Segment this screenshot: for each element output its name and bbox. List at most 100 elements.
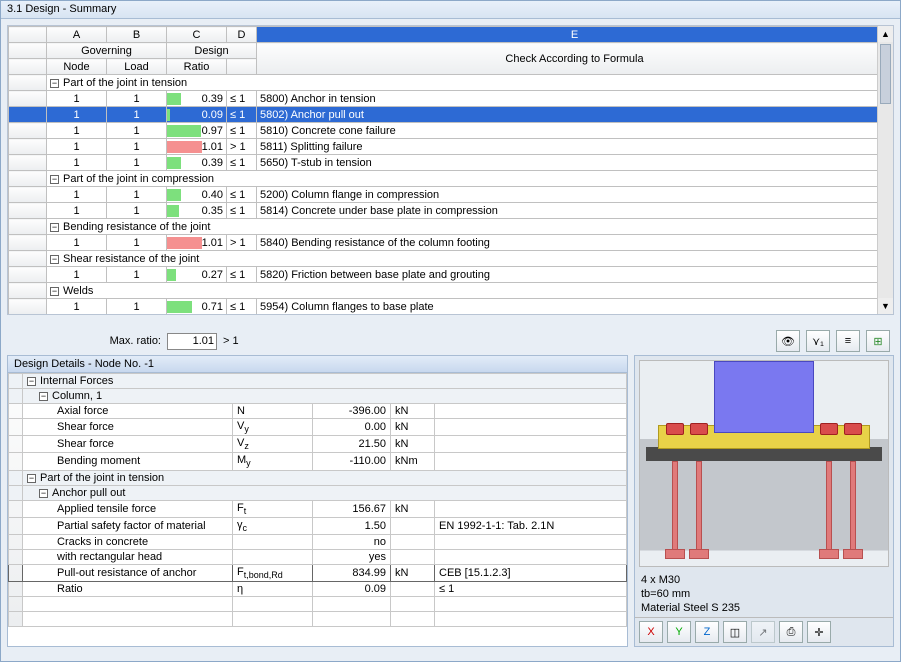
axis-z-button[interactable]: Z [695, 621, 719, 643]
collapse-icon[interactable]: − [27, 474, 36, 483]
view-toggle-button[interactable]: 👁 [776, 330, 800, 352]
detail-symbol: γc [233, 517, 313, 534]
detail-row[interactable]: with rectangular headyes [9, 549, 627, 564]
detail-group[interactable]: −Part of the joint in tension [9, 470, 627, 485]
collapse-icon[interactable]: − [39, 392, 48, 401]
cell-cmp: ≤ 1 [227, 123, 257, 139]
design-details-title: Design Details - Node No. -1 [8, 356, 627, 373]
iso-view-button[interactable]: ◫ [723, 621, 747, 643]
table-row[interactable]: 110.97≤ 15810) Concrete cone failure [9, 123, 893, 139]
col-letter-A[interactable]: A [47, 27, 107, 43]
detail-row[interactable]: Axial forceN-396.00kN [9, 404, 627, 419]
table-row[interactable]: 111.01> 15840) Bending resistance of the… [9, 235, 893, 251]
table-row[interactable]: 110.35≤ 15814) Concrete under base plate… [9, 203, 893, 219]
col-letter-E[interactable]: E [257, 27, 893, 43]
cell-node: 1 [47, 267, 107, 283]
arrow-button[interactable]: ↗ [751, 621, 775, 643]
detail-label: Shear force [23, 419, 233, 436]
section-header[interactable]: −Welds [9, 283, 893, 299]
table-row[interactable]: 110.09≤ 15802) Anchor pull out [9, 107, 893, 123]
cell-load: 1 [107, 107, 167, 123]
cell-ratio: 0.97 [167, 123, 227, 139]
section-header[interactable]: −Part of the joint in compression [9, 171, 893, 187]
axis-y-icon: Y [675, 626, 682, 638]
detail-unit [391, 517, 435, 534]
col-letter-B[interactable]: B [107, 27, 167, 43]
collapse-icon[interactable]: − [39, 489, 48, 498]
table-row[interactable]: 110.27≤ 15820) Friction between base pla… [9, 267, 893, 283]
detail-label: Ratio [23, 582, 233, 597]
axis-z-icon: Z [704, 626, 711, 638]
collapse-icon[interactable]: − [50, 223, 59, 232]
table-row[interactable]: 111.01> 15811) Splitting failure [9, 139, 893, 155]
cell-ratio: 0.09 [167, 107, 227, 123]
detail-symbol: My [233, 453, 313, 470]
table-row[interactable]: 110.71≤ 15954) Column flanges to base pl… [9, 299, 893, 315]
detail-label: Pull-out resistance of anchor [23, 564, 233, 581]
max-ratio-label: Max. ratio: [61, 335, 161, 347]
max-ratio-row: Max. ratio: > 1 👁 ⋎₁ ≡ ⊞ [61, 331, 890, 351]
section-header[interactable]: −Part of the joint in tension [9, 75, 893, 91]
detail-row[interactable]: Shear forceVy0.00kN [9, 419, 627, 436]
detail-group[interactable]: −Anchor pull out [9, 485, 627, 500]
max-ratio-input[interactable] [167, 333, 217, 350]
table-row[interactable]: 110.39≤ 15800) Anchor in tension [9, 91, 893, 107]
col-letter-C[interactable]: C [167, 27, 227, 43]
cell-ratio: 0.39 [167, 91, 227, 107]
detail-row[interactable]: Applied tensile forceFt156.67kN [9, 500, 627, 517]
detail-ref: EN 1992-1-1: Tab. 2.1N [435, 517, 627, 534]
detail-unit: kN [391, 500, 435, 517]
print-button[interactable]: ⎙ [779, 621, 803, 643]
export-excel-button[interactable]: ⊞ [866, 330, 890, 352]
design-details-table[interactable]: −Internal Forces−Column, 1Axial forceN-3… [8, 373, 627, 627]
section-header[interactable]: −Shear resistance of the joint [9, 251, 893, 267]
arrow-icon: ↗ [758, 626, 767, 639]
detail-symbol [233, 534, 313, 549]
detail-ref [435, 453, 627, 470]
detail-label: Applied tensile force [23, 500, 233, 517]
detail-ref [435, 436, 627, 453]
viewer-3d[interactable] [639, 360, 889, 567]
col-letter-D[interactable]: D [227, 27, 257, 43]
table-row[interactable]: 110.39≤ 15650) T-stub in tension [9, 155, 893, 171]
detail-value: 21.50 [313, 436, 391, 453]
cell-node: 1 [47, 235, 107, 251]
collapse-icon[interactable]: − [50, 175, 59, 184]
summary-grid[interactable]: A B C D E Governing Design Check Accordi… [7, 25, 894, 315]
section-header[interactable]: −Bending resistance of the joint [9, 219, 893, 235]
collapse-icon[interactable]: − [27, 377, 36, 386]
collapse-icon[interactable]: − [50, 287, 59, 296]
grid-scrollbar[interactable]: ▲ ▼ [877, 26, 893, 314]
detail-row[interactable]: Ratioη0.09≤ 1 [9, 582, 627, 597]
cell-desc: 5802) Anchor pull out [257, 107, 893, 123]
collapse-icon[interactable]: − [50, 79, 59, 88]
detail-row[interactable]: Cracks in concreteno [9, 534, 627, 549]
detail-row[interactable]: Bending momentMy-110.00kNm [9, 453, 627, 470]
viewer-info-line1: 4 x M30 [641, 573, 887, 587]
detail-row[interactable]: Pull-out resistance of anchorFt,bond,Rd8… [9, 564, 627, 581]
scroll-down-icon[interactable]: ▼ [878, 298, 893, 314]
detail-label: Bending moment [23, 453, 233, 470]
design-details-pane: Design Details - Node No. -1 −Internal F… [7, 355, 628, 647]
axes-toggle-button[interactable]: ✛ [807, 621, 831, 643]
cell-load: 1 [107, 299, 167, 315]
results-button[interactable]: ≡ [836, 330, 860, 352]
collapse-icon[interactable]: − [50, 255, 59, 264]
axis-y-button[interactable]: Y [667, 621, 691, 643]
detail-row[interactable]: Shear forceVz21.50kN [9, 436, 627, 453]
axis-x-button[interactable]: X [639, 621, 663, 643]
cell-node: 1 [47, 123, 107, 139]
table-row[interactable]: 110.40≤ 15200) Column flange in compress… [9, 187, 893, 203]
col-header-ratio: Ratio [167, 59, 227, 75]
scroll-thumb[interactable] [880, 44, 891, 104]
cell-ratio: 0.39 [167, 155, 227, 171]
summary-table: A B C D E Governing Design Check Accordi… [8, 26, 893, 315]
detail-group[interactable]: −Internal Forces [9, 374, 627, 389]
detail-group[interactable]: −Column, 1 [9, 389, 627, 404]
filter-button[interactable]: ⋎₁ [806, 330, 830, 352]
cell-cmp: ≤ 1 [227, 91, 257, 107]
summary-grid-pane: A B C D E Governing Design Check Accordi… [1, 25, 900, 355]
axis-x-icon: X [647, 626, 654, 638]
detail-row[interactable]: Partial safety factor of materialγc1.50E… [9, 517, 627, 534]
scroll-up-icon[interactable]: ▲ [878, 26, 893, 42]
